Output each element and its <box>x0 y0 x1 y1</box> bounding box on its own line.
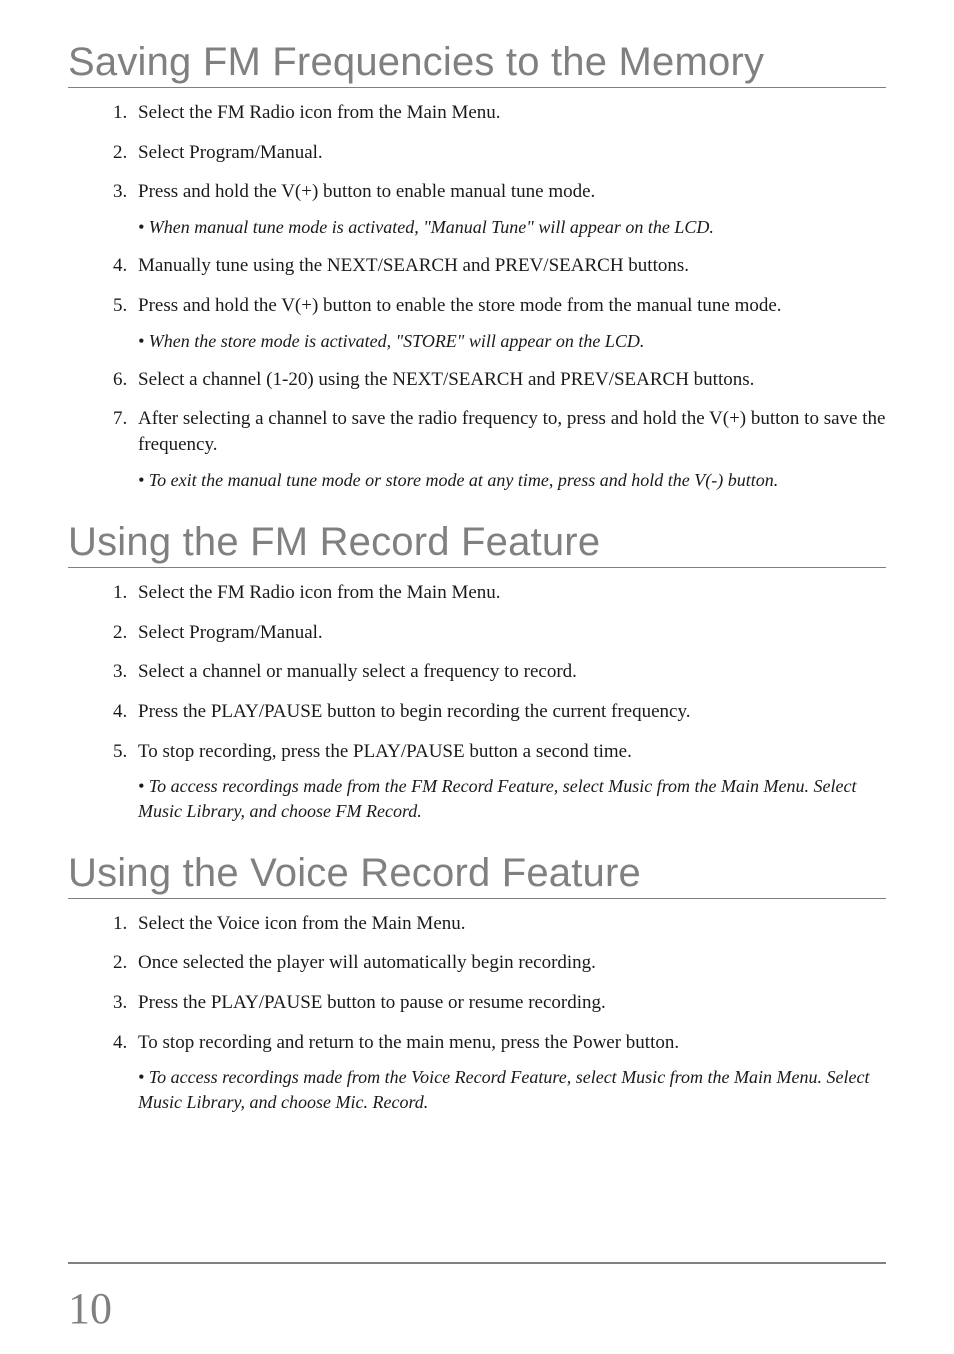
steps-list: Select the FM Radio icon from the Main M… <box>108 100 886 492</box>
step-text: Manually tune using the NEXT/SEARCH and … <box>138 255 689 276</box>
section-title: Using the Voice Record Feature <box>68 851 886 899</box>
step-item: Press the PLAY/PAUSE button to begin rec… <box>132 699 886 725</box>
step-text: Select the Voice icon from the Main Menu… <box>138 913 466 934</box>
step-item: Select a channel (1-20) using the NEXT/S… <box>132 367 886 393</box>
step-item: After selecting a channel to save the ra… <box>132 406 886 492</box>
step-item: To stop recording and return to the main… <box>132 1030 886 1114</box>
step-text: Select the FM Radio icon from the Main M… <box>138 102 501 123</box>
step-item: Select Program/Manual. <box>132 140 886 166</box>
section-title: Using the FM Record Feature <box>68 520 886 568</box>
section-title: Saving FM Frequencies to the Memory <box>68 40 886 88</box>
section-saving-fm: Saving FM Frequencies to the Memory Sele… <box>68 40 886 492</box>
step-item: Press and hold the V(+) button to enable… <box>132 179 886 239</box>
step-note: • When manual tune mode is activated, "M… <box>138 215 886 239</box>
step-text: Select Program/Manual. <box>138 622 323 643</box>
section-voice-record: Using the Voice Record Feature Select th… <box>68 851 886 1114</box>
steps-list: Select the Voice icon from the Main Menu… <box>108 911 886 1114</box>
document-page: Saving FM Frequencies to the Memory Sele… <box>0 0 954 1354</box>
step-item: Press the PLAY/PAUSE button to pause or … <box>132 990 886 1016</box>
step-item: Select Program/Manual. <box>132 620 886 646</box>
step-text: Once selected the player will automatica… <box>138 952 596 973</box>
step-item: Select the FM Radio icon from the Main M… <box>132 580 886 606</box>
step-text: To stop recording, press the PLAY/PAUSE … <box>138 741 632 762</box>
step-item: Select the Voice icon from the Main Menu… <box>132 911 886 937</box>
step-text: Select the FM Radio icon from the Main M… <box>138 582 501 603</box>
step-text: Press the PLAY/PAUSE button to begin rec… <box>138 701 691 722</box>
step-item: Select the FM Radio icon from the Main M… <box>132 100 886 126</box>
step-item: Select a channel or manually select a fr… <box>132 659 886 685</box>
step-item: Manually tune using the NEXT/SEARCH and … <box>132 253 886 279</box>
step-note: • When the store mode is activated, "STO… <box>138 329 886 353</box>
step-text: To stop recording and return to the main… <box>138 1032 679 1053</box>
step-item: Once selected the player will automatica… <box>132 950 886 976</box>
step-text: Select a channel (1-20) using the NEXT/S… <box>138 369 754 390</box>
step-note: • To access recordings made from the Voi… <box>138 1065 886 1114</box>
step-item: To stop recording, press the PLAY/PAUSE … <box>132 739 886 823</box>
step-text: Press and hold the V(+) button to enable… <box>138 295 782 316</box>
step-note: • To access recordings made from the FM … <box>138 774 886 823</box>
page-number: 10 <box>68 1283 112 1334</box>
step-text: Press the PLAY/PAUSE button to pause or … <box>138 992 606 1013</box>
footer-rule <box>68 1262 886 1264</box>
step-text: Select a channel or manually select a fr… <box>138 661 577 682</box>
step-item: Press and hold the V(+) button to enable… <box>132 293 886 353</box>
steps-list: Select the FM Radio icon from the Main M… <box>108 580 886 823</box>
step-note: • To exit the manual tune mode or store … <box>138 468 886 492</box>
step-text: Press and hold the V(+) button to enable… <box>138 181 595 202</box>
step-text: Select Program/Manual. <box>138 142 323 163</box>
step-text: After selecting a channel to save the ra… <box>138 408 885 455</box>
section-fm-record: Using the FM Record Feature Select the F… <box>68 520 886 823</box>
